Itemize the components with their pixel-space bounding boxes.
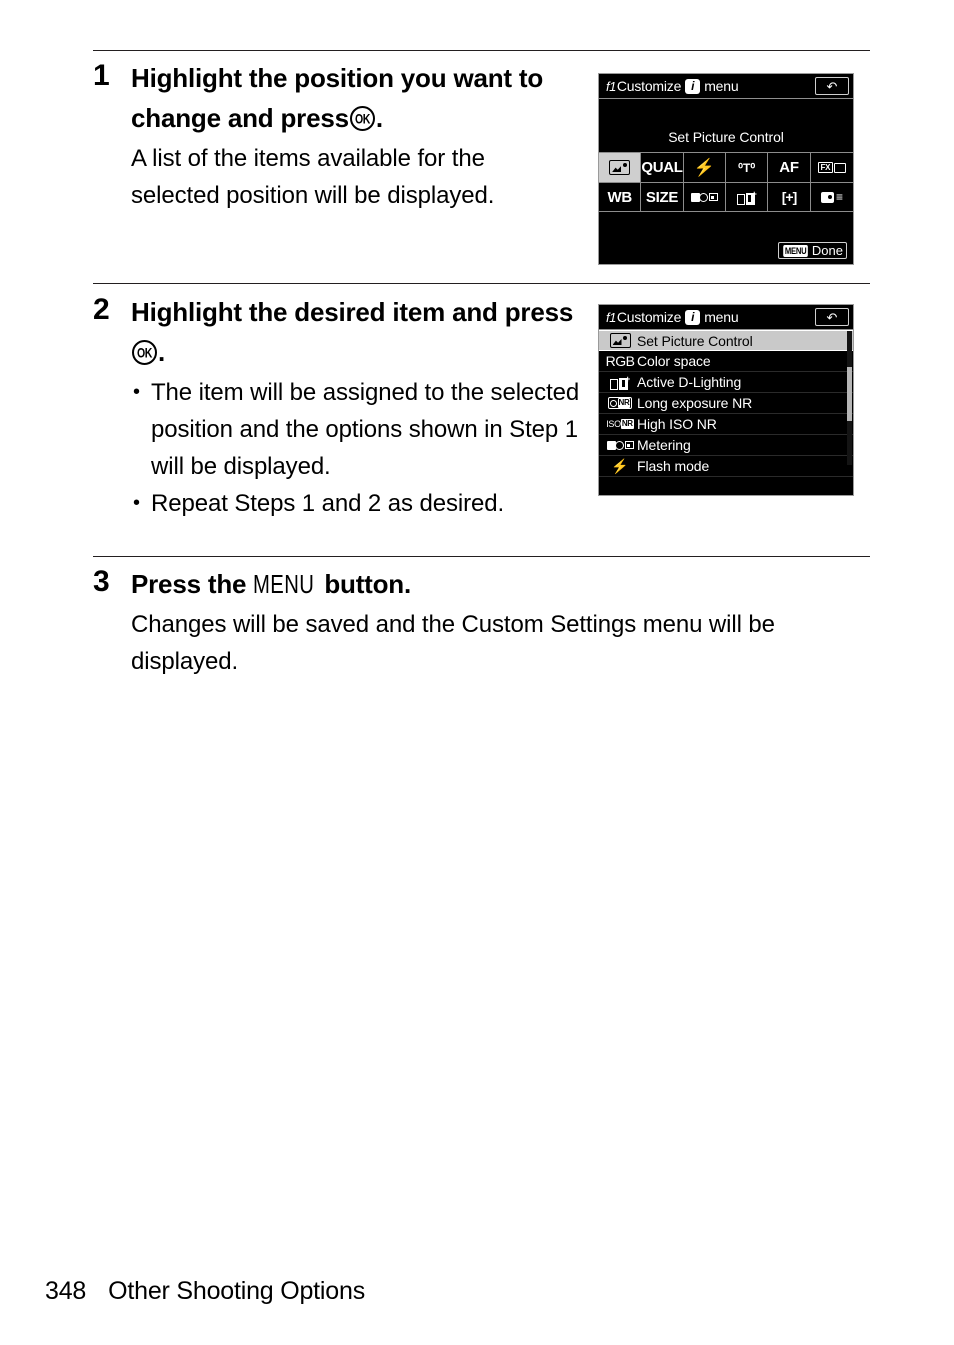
step-heading: Highlight the desired item and press. <box>131 292 593 372</box>
screen-header: f1 Customize i menu ↶ <box>599 305 853 330</box>
step-number: 3 <box>93 565 110 598</box>
grid-cell-picture-control[interactable] <box>599 153 642 182</box>
step-body-text: A list of the items available for the se… <box>131 145 495 209</box>
page-number: 348 <box>45 1277 87 1305</box>
list-item-set-picture-control[interactable]: Set Picture Control <box>599 330 853 351</box>
section-title: Other Shooting Options <box>108 1277 365 1305</box>
list-item-flash-mode[interactable]: ⚡ Flash mode <box>599 456 853 477</box>
fx-crop-icon: FX <box>817 162 847 173</box>
grid-cell-bluetooth[interactable]: ⁰T⁰ <box>726 153 769 182</box>
grid-cell-fx-crop[interactable]: FX <box>811 153 853 182</box>
custom-setting-bank-label: f1 <box>606 309 616 325</box>
grid-cell-flash[interactable]: ⚡ <box>684 153 726 182</box>
list-item-active-d-lighting[interactable]: + Active D-Lighting <box>599 372 853 393</box>
step-3: 3 Press the MENU button. Changes will be… <box>93 564 870 680</box>
camera-screen-i-menu-grid: f1 Customize i menu ↶ Set Picture Contro… <box>598 73 854 265</box>
grid-cell-active-d-lighting[interactable]: + <box>725 182 769 211</box>
active-d-lighting-icon: + <box>603 374 637 390</box>
ok-button-icon <box>349 106 375 131</box>
step-heading-period: . <box>375 103 383 133</box>
grid-cell-size[interactable]: SIZE <box>641 182 684 211</box>
grid-cell-af[interactable]: AF <box>768 153 811 182</box>
manual-page: 1 Highlight the position you want to cha… <box>0 0 954 1345</box>
grid-cell-wb[interactable]: WB <box>599 182 642 211</box>
list-item-label: Active D-Lighting <box>637 374 742 390</box>
custom-menu-icon: ≡ <box>820 191 843 203</box>
done-label: Done <box>811 243 843 258</box>
list-item-label: Set Picture Control <box>637 332 753 349</box>
step-bullet-list: The item will be assigned to the selecte… <box>131 374 593 522</box>
i-menu-icon-grid: QUAL ⚡ ⁰T⁰ AF FX WB SIZE [+] ≡ <box>599 152 853 212</box>
list-item-label: High ISO NR <box>637 416 717 432</box>
custom-setting-bank-label: f1 <box>606 78 616 94</box>
scrollbar[interactable] <box>847 331 852 465</box>
screen-title-before: Customize <box>616 309 682 325</box>
section-divider <box>93 283 870 284</box>
grid-cell-qual[interactable]: QUAL <box>641 153 684 182</box>
menu-button-label-icon: MENU <box>253 569 315 599</box>
picture-control-icon <box>609 160 631 175</box>
ok-button-icon <box>132 340 157 365</box>
flash-icon: ⚡ <box>693 157 715 177</box>
list-item-label: Flash mode <box>637 458 710 474</box>
step-1: 1 Highlight the position you want to cha… <box>93 58 573 214</box>
list-item-color-space[interactable]: RGB Color space <box>599 351 853 372</box>
list-item: The item will be assigned to the selecte… <box>131 374 593 485</box>
high-iso-nr-icon: ISO NR <box>606 419 634 429</box>
flash-mode-icon: ⚡ <box>611 457 629 474</box>
done-badge[interactable]: MENU Done <box>777 242 847 259</box>
list-item-label: Color space <box>637 353 711 369</box>
i-menu-badge-icon: i <box>685 78 701 94</box>
back-icon[interactable]: ↶ <box>815 77 849 95</box>
list-item-label: Metering <box>637 437 691 453</box>
scrollbar-thumb[interactable] <box>847 367 852 421</box>
grid-cell-metering[interactable] <box>683 182 726 211</box>
page-footer: 348 Other Shooting Options <box>45 1277 365 1306</box>
step-2: 2 Highlight the desired item and press. … <box>93 292 593 522</box>
step-number: 1 <box>93 59 110 92</box>
menu-item-list: Set Picture Control RGB Color space + Ac… <box>599 330 853 477</box>
screen-header: f1 Customize i menu ↶ <box>599 74 853 99</box>
section-divider <box>93 556 870 557</box>
screen-title-after: menu <box>704 78 739 94</box>
list-item-label: Long exposure NR <box>637 395 753 411</box>
list-item: Repeat Steps 1 and 2 as desired. <box>131 485 593 522</box>
active-d-lighting-icon: + <box>736 189 757 205</box>
step-heading-text: Press the <box>131 569 247 599</box>
step-heading: Highlight the position you want to chang… <box>131 58 573 138</box>
section-divider <box>93 50 870 51</box>
menu-button-chip-icon: MENU <box>782 244 808 257</box>
screen-title-before: Customize <box>616 78 682 94</box>
step-heading-text: Highlight the desired item and press <box>131 297 574 327</box>
list-item-long-exposure-nr[interactable]: NR Long exposure NR <box>599 393 853 414</box>
screen-title-after: menu <box>704 309 739 325</box>
metering-icon <box>690 192 718 202</box>
list-item-high-iso-nr[interactable]: ISO NR High ISO NR <box>599 414 853 435</box>
grid-cell-custom-menu[interactable]: ≡ <box>810 182 853 211</box>
bluetooth-icon: ⁰T⁰ <box>738 160 756 175</box>
camera-screen-i-menu-list: f1 Customize i menu ↶ Set Picture Contro… <box>598 304 854 496</box>
step-heading-text: Highlight the position you want to chang… <box>131 63 544 133</box>
screen-title: f1 Customize i menu <box>606 309 739 325</box>
list-item-metering[interactable]: Metering <box>599 435 853 456</box>
picture-control-icon <box>603 333 637 348</box>
step-body-text: Changes will be saved and the Custom Set… <box>131 611 775 675</box>
step-number: 2 <box>93 293 110 326</box>
step-heading-period: . <box>158 337 166 367</box>
grid-cell-af-area[interactable]: [+] <box>768 182 811 211</box>
back-icon[interactable]: ↶ <box>815 308 849 326</box>
af-area-icon: [+] <box>781 189 797 205</box>
i-menu-badge-icon: i <box>685 309 701 325</box>
selected-item-title: Set Picture Control <box>668 129 784 145</box>
screen-title: f1 Customize i menu <box>606 78 739 94</box>
metering-icon <box>603 440 637 450</box>
long-exposure-nr-icon: NR <box>603 397 637 409</box>
rgb-icon: RGB <box>605 353 635 369</box>
step-heading-suffix: button. <box>324 569 411 599</box>
step-heading: Press the MENU button. <box>131 564 870 604</box>
